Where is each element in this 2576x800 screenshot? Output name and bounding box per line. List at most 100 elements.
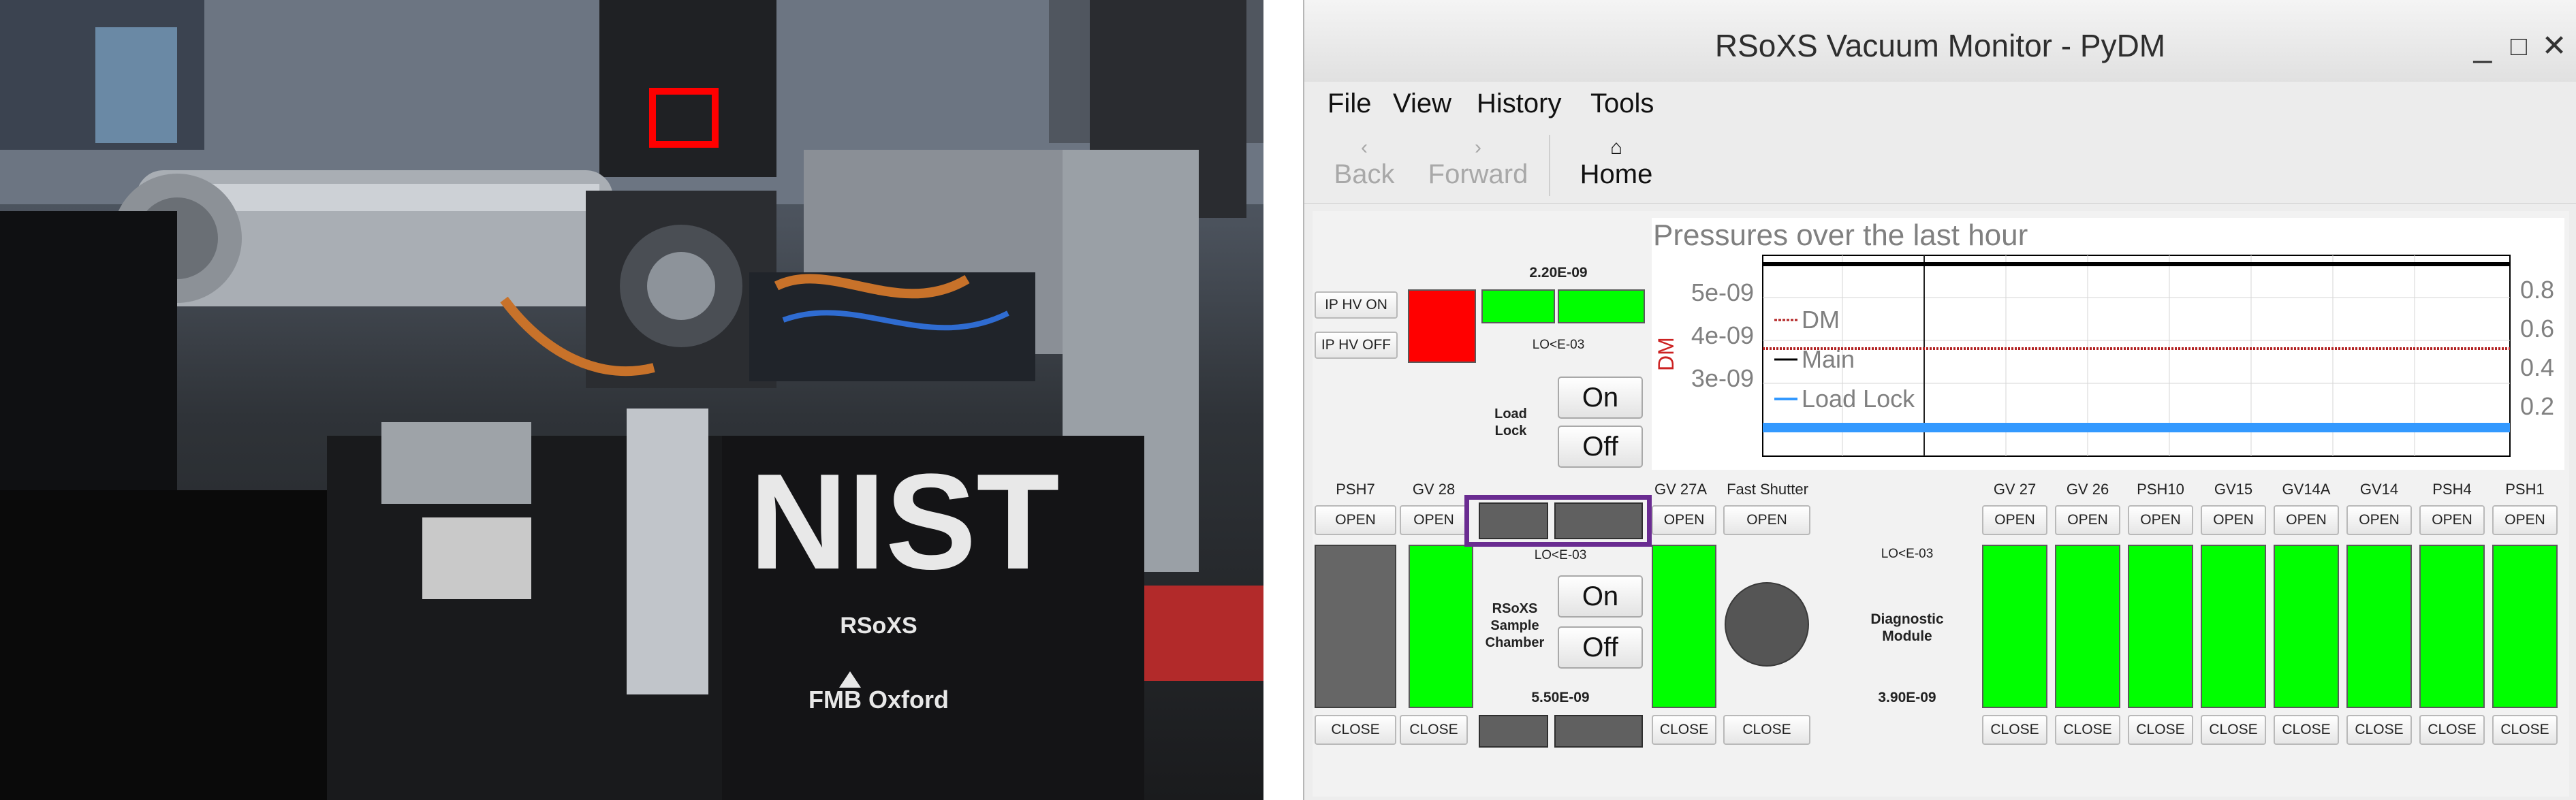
- gv27a-open-button[interactable]: OPEN: [1652, 505, 1716, 535]
- valve-label-psh1: PSH1: [2505, 481, 2545, 498]
- gv14a-status: [2274, 545, 2339, 708]
- gv15-close-button[interactable]: CLOSE: [2201, 715, 2266, 745]
- plot-title: Pressures over the last hour: [1653, 219, 2028, 252]
- toolbar-divider: [1549, 135, 1550, 196]
- gv27-open-button[interactable]: OPEN: [1982, 505, 2047, 535]
- valve-label-gv28: GV 28: [1412, 481, 1456, 498]
- valve-label-gv27a: GV 27A: [1654, 481, 1708, 498]
- pressure-plot[interactable]: Pressures over the last hour 5e-09 4e-09…: [1652, 218, 2564, 470]
- gv14a-open-button[interactable]: OPEN: [2274, 505, 2339, 535]
- psh7-close-button[interactable]: CLOSE: [1315, 715, 1396, 745]
- valve-label-psh7: PSH7: [1336, 481, 1375, 498]
- valve-label-psh10: PSH10: [2137, 481, 2184, 498]
- menu-file[interactable]: File: [1328, 89, 1371, 119]
- gv26-open-button[interactable]: OPEN: [2055, 505, 2120, 535]
- psh10-close-button[interactable]: CLOSE: [2128, 715, 2193, 745]
- sample-chamber-bottom-left: [1479, 715, 1548, 748]
- diagnostic-pressure-low: LO<E-03: [1881, 547, 1934, 561]
- gv28-close-button[interactable]: CLOSE: [1400, 715, 1468, 745]
- forward-label: Forward: [1428, 159, 1528, 189]
- chevron-right-icon: ›: [1475, 136, 1481, 159]
- valve-label-psh4: PSH4: [2432, 481, 2472, 498]
- chevron-left-icon: ‹: [1361, 136, 1368, 159]
- gv14a-close-button[interactable]: CLOSE: [2274, 715, 2339, 745]
- left-tick: 3e-09: [1691, 364, 1754, 392]
- fast-shutter-open-button[interactable]: OPEN: [1723, 505, 1810, 535]
- forward-button[interactable]: › Forward: [1420, 136, 1536, 190]
- diagnostic-module-label: Diagnostic Module: [1870, 611, 1944, 644]
- nist-logo: NIST: [749, 446, 1060, 598]
- psh4-open-button[interactable]: OPEN: [2419, 505, 2485, 535]
- sample-chamber-gauge-right: [1554, 502, 1643, 539]
- close-window-button[interactable]: ✕: [2534, 26, 2575, 67]
- pydm-window: RSoXS Vacuum Monitor - PyDM _ □ ✕ File V…: [1303, 0, 2576, 800]
- vendor-label: FMB Oxford: [808, 686, 949, 714]
- gv26-close-button[interactable]: CLOSE: [2055, 715, 2120, 745]
- left-tick: 4e-09: [1691, 321, 1754, 349]
- maximize-button[interactable]: □: [2498, 26, 2539, 67]
- psh10-open-button[interactable]: OPEN: [2128, 505, 2193, 535]
- right-tick: 0.2: [2520, 392, 2554, 420]
- right-tick: 0.4: [2520, 353, 2554, 381]
- ip-hv-off-button[interactable]: IP HV OFF: [1315, 332, 1398, 359]
- valve-label-gv14a: GV14A: [2282, 481, 2331, 498]
- valve-label-gv26: GV 26: [2066, 481, 2109, 498]
- psh4-close-button[interactable]: CLOSE: [2419, 715, 2485, 745]
- maximize-icon: □: [2510, 31, 2528, 61]
- load-lock-gauge-left: [1481, 289, 1555, 323]
- load-lock-on-button[interactable]: On: [1558, 377, 1643, 419]
- fast-shutter-close-button[interactable]: CLOSE: [1723, 715, 1810, 745]
- gv28-open-button[interactable]: OPEN: [1400, 505, 1468, 535]
- valve-label-gv15: GV15: [2214, 481, 2253, 498]
- load-lock-pressure-low: LO<E-03: [1532, 338, 1585, 352]
- home-label: Home: [1580, 159, 1653, 189]
- ion-pump-indicator: [1408, 289, 1476, 363]
- sample-chamber-pressure-low: LO<E-03: [1534, 548, 1587, 562]
- fast-shutter-indicator: [1725, 582, 1809, 667]
- sample-chamber-off-button[interactable]: Off: [1558, 626, 1643, 669]
- sample-chamber-on-button[interactable]: On: [1558, 575, 1643, 618]
- load-lock-pressure-top: 2.20E-09: [1529, 265, 1588, 281]
- load-lock-gauge-right: [1558, 289, 1645, 323]
- menu-tools[interactable]: Tools: [1590, 89, 1654, 119]
- psh7-status: [1315, 545, 1396, 708]
- right-tick: 0.8: [2520, 276, 2554, 304]
- sample-chamber-label: RSoXS Sample Chamber: [1485, 601, 1545, 650]
- menu-history[interactable]: History: [1477, 89, 1561, 119]
- ip-hv-on-button[interactable]: IP HV ON: [1315, 291, 1398, 319]
- gv14-close-button[interactable]: CLOSE: [2346, 715, 2412, 745]
- legend-dm: DM: [1802, 306, 1840, 334]
- rsoxs-label: RSoXS: [840, 613, 917, 639]
- back-button[interactable]: ‹ Back: [1330, 136, 1398, 190]
- sample-chamber-pressure-bottom: 5.50E-09: [1531, 690, 1590, 705]
- minimize-button[interactable]: _: [2462, 26, 2503, 67]
- gv27-close-button[interactable]: CLOSE: [1982, 715, 2047, 745]
- psh4-status: [2419, 545, 2485, 708]
- sample-chamber-bottom-right: [1554, 715, 1643, 748]
- home-button[interactable]: ⌂ Home: [1565, 136, 1667, 190]
- left-tick: 5e-09: [1691, 278, 1754, 306]
- home-icon: ⌂: [1609, 136, 1623, 159]
- psh10-status: [2128, 545, 2193, 708]
- load-lock-label: Load Lock: [1494, 406, 1527, 438]
- gv15-open-button[interactable]: OPEN: [2201, 505, 2266, 535]
- window-title: RSoXS Vacuum Monitor - PyDM: [1714, 28, 2166, 63]
- right-tick: 0.6: [2520, 315, 2554, 342]
- menu-view[interactable]: View: [1393, 89, 1451, 119]
- psh1-close-button[interactable]: CLOSE: [2492, 715, 2558, 745]
- valve-label-gv14: GV14: [2359, 481, 2399, 498]
- legend-main: Main: [1802, 345, 1855, 373]
- plot-y-label: DM: [1654, 337, 1678, 371]
- valve-label-fast-shutter: Fast Shutter: [1727, 481, 1808, 498]
- beamline-photo: NIST RSoXS FMB Oxford: [0, 0, 1263, 800]
- close-icon: ✕: [2541, 29, 2567, 63]
- gv27-status: [1982, 545, 2047, 708]
- gv27a-close-button[interactable]: CLOSE: [1652, 715, 1716, 745]
- gv14-status: [2346, 545, 2412, 708]
- psh1-status: [2492, 545, 2558, 708]
- sample-chamber-gauge-left: [1479, 502, 1548, 539]
- gv14-open-button[interactable]: OPEN: [2346, 505, 2412, 535]
- psh1-open-button[interactable]: OPEN: [2492, 505, 2558, 535]
- psh7-open-button[interactable]: OPEN: [1315, 505, 1396, 535]
- load-lock-off-button[interactable]: Off: [1558, 426, 1643, 468]
